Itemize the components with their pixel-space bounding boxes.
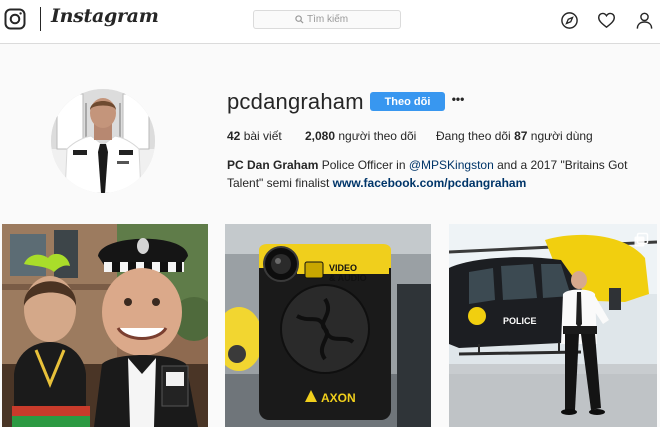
camera-brand: AXON <box>321 391 356 405</box>
instagram-glyph-icon[interactable] <box>4 8 26 30</box>
search-icon <box>295 15 304 24</box>
camera-label-2: & AUDIO <box>329 273 367 283</box>
profile-username: pcdangraham <box>227 89 364 114</box>
user-icon[interactable] <box>635 11 654 30</box>
nav-divider <box>40 7 41 31</box>
helicopter-photo: POLICE <box>449 224 657 427</box>
following-label: người dùng <box>530 129 593 143</box>
bio-full-name: PC Dan Graham <box>227 158 319 172</box>
post-thumbnail-1[interactable] <box>2 224 208 427</box>
following-stat[interactable]: Đang theo dõi 87 người dùng <box>436 129 593 143</box>
search-input[interactable] <box>307 14 359 25</box>
top-navigation-bar: Instagram <box>0 0 660 44</box>
selfie-photo <box>2 224 208 427</box>
posts-stat: 42 bài viết <box>227 129 282 143</box>
bio-website-link[interactable]: www.facebook.com/pcdangraham <box>333 176 527 190</box>
avatar-photo <box>51 89 155 193</box>
heart-icon[interactable] <box>597 11 616 30</box>
following-count: 87 <box>514 129 528 143</box>
camera-label-1: VIDEO <box>329 263 357 273</box>
posts-label: bài viết <box>243 129 282 143</box>
helicopter-label: POLICE <box>503 316 537 326</box>
posts-grid: VIDEO & AUDIO AXON POLICE <box>0 224 660 427</box>
multiple-photos-icon <box>634 232 649 247</box>
posts-count: 42 <box>227 129 241 143</box>
profile-bio: PC Dan Graham Police Officer in @MPSKing… <box>227 156 657 192</box>
compass-icon[interactable] <box>560 11 579 30</box>
post-thumbnail-3[interactable]: POLICE <box>449 224 657 427</box>
bio-text-1: Police Officer in <box>321 158 406 172</box>
follow-button[interactable]: Theo dõi <box>370 92 445 111</box>
instagram-wordmark[interactable]: Instagram <box>51 5 159 27</box>
profile-stats: 42 bài viết 2,080 người theo dõi Đang th… <box>227 129 647 145</box>
followers-count: 2,080 <box>305 129 336 143</box>
profile-avatar[interactable] <box>51 89 155 193</box>
bio-mention-link[interactable]: @MPSKingston <box>409 158 494 172</box>
followers-stat[interactable]: 2,080 người theo dõi <box>305 129 416 143</box>
more-options-button[interactable]: ••• <box>450 92 466 110</box>
body-camera-photo: VIDEO & AUDIO AXON <box>225 224 431 427</box>
following-prefix: Đang theo dõi <box>436 129 511 143</box>
search-box[interactable] <box>253 10 401 29</box>
post-thumbnail-2[interactable]: VIDEO & AUDIO AXON <box>225 224 431 427</box>
followers-label: người theo dõi <box>338 129 417 143</box>
